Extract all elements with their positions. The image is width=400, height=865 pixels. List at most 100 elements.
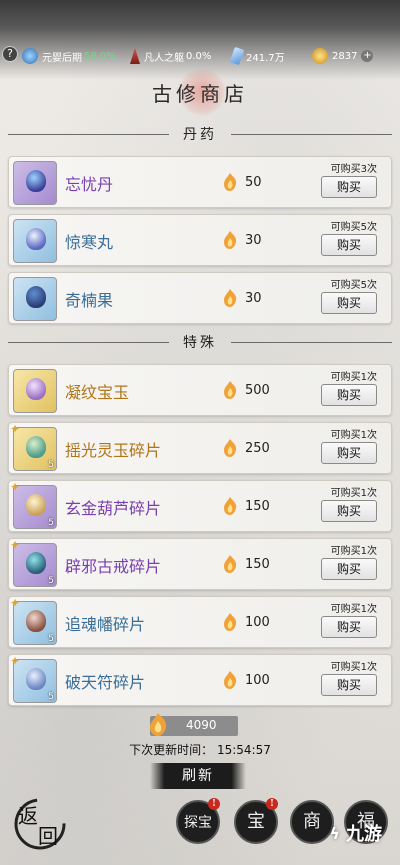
flame-currency-icon xyxy=(224,381,237,399)
item-purchase-limit: 可购买3次 xyxy=(330,164,377,175)
buy-button[interactable]: 购买 xyxy=(321,616,377,638)
buy-button[interactable]: 购买 xyxy=(321,674,377,696)
buy-button[interactable]: 购买 xyxy=(321,384,377,406)
back-char-2: 回 xyxy=(38,824,58,848)
shop-item-card: 奇楠果 30 可购买5次 购买 xyxy=(8,272,392,324)
currency-value: 4090 xyxy=(186,718,217,732)
section-pills: 丹药 xyxy=(8,124,392,144)
cultivation-stat: 元婴后期 58.0% xyxy=(22,48,116,64)
spirit-stone-value: 241.7万 xyxy=(246,52,285,64)
flame-currency-icon xyxy=(150,713,167,736)
fragment-star-icon: ✦ xyxy=(10,654,21,668)
item-purchase-limit: 可购买1次 xyxy=(330,430,377,441)
section-special-label: 特殊 xyxy=(183,335,217,351)
flame-currency-icon xyxy=(224,173,237,191)
item-icon xyxy=(26,378,46,400)
shop-item-card: ✦ 5 破天符碎片 100 可购买1次 购买 xyxy=(8,654,392,706)
tab-shop[interactable]: 商 xyxy=(290,800,334,844)
buy-button[interactable]: 购买 xyxy=(321,292,377,314)
item-thumbnail[interactable] xyxy=(13,161,57,205)
shop-item-card: 凝纹宝玉 500 可购买1次 购买 xyxy=(8,364,392,416)
tab-explore[interactable]: 探宝 ! xyxy=(176,798,220,844)
item-qty: 5 xyxy=(48,692,54,702)
back-button[interactable]: 返 回 xyxy=(12,796,68,852)
item-price-value: 150 xyxy=(245,556,270,572)
item-thumbnail[interactable]: ✦ 5 xyxy=(10,596,57,645)
body-label: 凡人之躯 xyxy=(144,52,184,64)
item-name: 摇光灵玉碎片 xyxy=(65,441,162,460)
item-icon xyxy=(26,552,46,574)
refresh-button[interactable]: 刷新 xyxy=(150,763,246,789)
item-icon xyxy=(26,610,46,632)
item-price: 250 xyxy=(219,437,270,459)
item-price-value: 500 xyxy=(245,382,270,398)
item-thumbnail[interactable] xyxy=(13,369,57,413)
fragment-star-icon: ✦ xyxy=(10,596,21,610)
item-thumbnail[interactable]: ✦ 5 xyxy=(10,654,57,703)
buy-button[interactable]: 购买 xyxy=(321,234,377,256)
buy-button[interactable]: 购买 xyxy=(321,176,377,198)
item-thumbnail[interactable]: ✦ 5 xyxy=(10,538,57,587)
add-gold-button[interactable]: + xyxy=(361,50,374,62)
buy-button[interactable]: 购买 xyxy=(321,442,377,464)
item-price: 150 xyxy=(219,495,270,517)
flame-currency-icon xyxy=(224,555,237,573)
item-name: 破天符碎片 xyxy=(65,673,146,692)
item-qty: 5 xyxy=(48,576,54,586)
cultivation-label: 元婴后期 xyxy=(42,52,82,64)
item-purchase-limit: 可购买1次 xyxy=(330,546,377,557)
item-thumbnail[interactable] xyxy=(13,277,57,321)
gold-icon xyxy=(312,48,328,64)
item-icon xyxy=(26,170,46,192)
watermark: ϟ 九游 xyxy=(329,823,382,846)
tab-treasure[interactable]: 宝 ! xyxy=(234,798,278,844)
shop-item-card: ✦ 5 辟邪古戒碎片 150 可购买1次 购买 xyxy=(8,538,392,590)
spirit-stone-stat: 241.7万 xyxy=(229,46,285,66)
item-name: 惊寒丸 xyxy=(65,233,114,252)
item-thumbnail[interactable] xyxy=(13,219,57,263)
item-thumbnail[interactable]: ✦ 5 xyxy=(10,480,57,529)
section-special: 特殊 xyxy=(8,332,392,352)
spirit-stone-icon xyxy=(229,46,245,66)
section-pills-label: 丹药 xyxy=(183,127,217,143)
item-price-value: 30 xyxy=(245,232,262,248)
item-price: 100 xyxy=(219,611,270,633)
item-price: 100 xyxy=(219,669,270,691)
item-purchase-limit: 可购买1次 xyxy=(330,488,377,499)
item-price-value: 250 xyxy=(245,440,270,456)
item-icon xyxy=(26,668,46,690)
fragment-star-icon: ✦ xyxy=(10,480,21,494)
flame-currency-icon xyxy=(224,231,237,249)
item-price: 50 xyxy=(219,171,262,193)
shop-item-card: ✦ 5 摇光灵玉碎片 250 可购买1次 购买 xyxy=(8,422,392,474)
item-purchase-limit: 可购买1次 xyxy=(330,604,377,615)
item-icon xyxy=(26,228,46,250)
item-price-value: 30 xyxy=(245,290,262,306)
flame-currency-icon xyxy=(224,671,237,689)
cultivation-percent: 58.0% xyxy=(84,50,116,62)
flame-currency-icon xyxy=(224,289,237,307)
item-purchase-limit: 可购买1次 xyxy=(330,662,377,673)
item-price-value: 150 xyxy=(245,498,270,514)
item-thumbnail[interactable]: ✦ 5 xyxy=(10,422,57,471)
item-price: 150 xyxy=(219,553,270,575)
item-name: 辟邪古戒碎片 xyxy=(65,557,162,576)
item-icon xyxy=(26,494,46,516)
page-title: 古修商店 xyxy=(152,82,248,106)
gold-value: 2837 xyxy=(332,50,358,62)
buy-button[interactable]: 购买 xyxy=(321,500,377,522)
item-price-value: 50 xyxy=(245,174,262,190)
back-char-1: 返 xyxy=(18,804,38,828)
item-price: 500 xyxy=(219,379,270,401)
refresh-time-value: 15:54:57 xyxy=(216,743,271,757)
shop-item-card: ✦ 5 玄金葫芦碎片 150 可购买1次 购买 xyxy=(8,480,392,532)
help-icon[interactable]: ? xyxy=(2,46,18,62)
refresh-time-label: 下次更新时间： xyxy=(129,743,214,757)
treasure-notification-icon: ! xyxy=(266,798,278,810)
item-price: 30 xyxy=(219,229,262,251)
shop-item-card: 惊寒丸 30 可购买5次 购买 xyxy=(8,214,392,266)
body-stat: 凡人之躯 0.0% xyxy=(130,48,211,64)
item-name: 追魂幡碎片 xyxy=(65,615,146,634)
flame-currency-icon xyxy=(224,439,237,457)
buy-button[interactable]: 购买 xyxy=(321,558,377,580)
